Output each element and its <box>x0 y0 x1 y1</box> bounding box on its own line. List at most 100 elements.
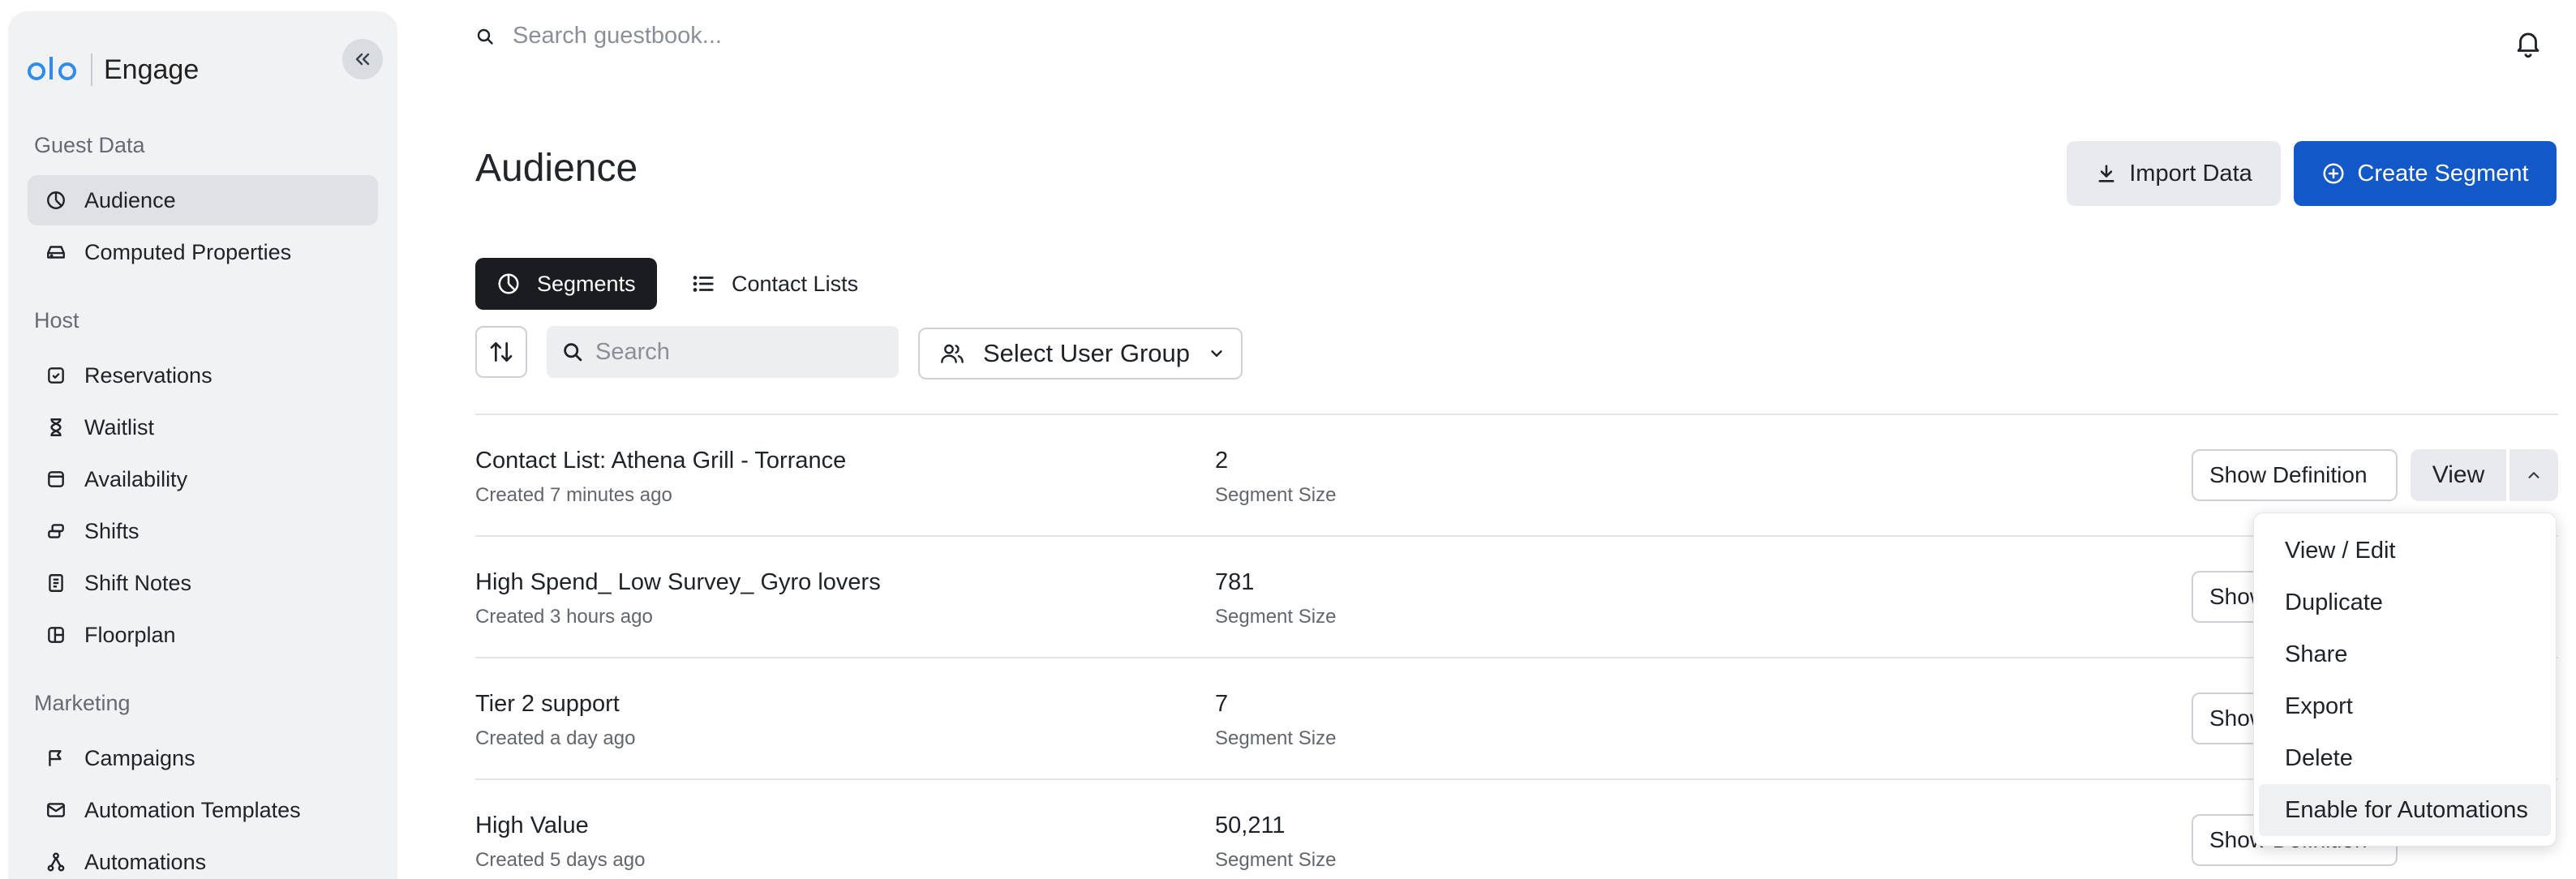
segment-size-label: Segment Size <box>1215 484 1337 506</box>
sidebar-item-label: Automation Templates <box>84 797 301 822</box>
import-data-button[interactable]: Import Data <box>2067 141 2281 206</box>
segment-created: Created 3 hours ago <box>475 606 653 628</box>
sidebar-item-waitlist[interactable]: Waitlist <box>28 402 378 452</box>
plus-circle-icon <box>2323 163 2344 184</box>
segment-search <box>547 326 899 378</box>
segment-name[interactable]: High Value <box>475 813 589 839</box>
sidebar-item-label: Shifts <box>84 518 140 543</box>
sidebar-item-label: Floorplan <box>84 622 176 647</box>
page-title: Audience <box>475 147 638 190</box>
sidebar-item-reservations[interactable]: Reservations <box>28 350 378 401</box>
brand[interactable]: Engage <box>28 42 199 97</box>
segment-size-label: Segment Size <box>1215 727 1337 749</box>
tab-segments[interactable]: Segments <box>475 258 657 310</box>
sidebar-item-label: Waitlist <box>84 414 154 440</box>
global-search <box>475 23 999 49</box>
menu-item-export[interactable]: Export <box>2259 680 2551 732</box>
global-search-input[interactable] <box>513 23 999 49</box>
segment-size-value: 50,211 <box>1215 813 1286 838</box>
flag-icon <box>49 750 62 766</box>
menu-item-duplicate[interactable]: Duplicate <box>2259 577 2551 628</box>
user-group-select-label: Select User Group <box>983 339 1190 367</box>
sidebar-item-campaigns[interactable]: Campaigns <box>28 733 378 783</box>
create-segment-label: Create Segment <box>2357 160 2529 187</box>
divider <box>475 414 2558 415</box>
automation-icon <box>47 852 65 872</box>
sidebar-item-label: Reservations <box>84 362 213 388</box>
list-icon <box>693 276 714 292</box>
divider <box>475 535 2558 537</box>
view-split-button: View <box>2411 449 2558 501</box>
brand-name: Engage <box>104 54 200 85</box>
sidebar-item-label: Audience <box>84 187 176 212</box>
import-data-label: Import Data <box>2129 160 2252 187</box>
calendar-icon <box>48 471 64 487</box>
menu-item-share[interactable]: Share <box>2259 628 2551 680</box>
search-icon <box>564 343 582 362</box>
users-icon <box>941 344 964 363</box>
floorplan-icon <box>48 627 64 643</box>
collapse-sidebar-button[interactable] <box>342 39 383 79</box>
segment-size-value: 7 <box>1215 691 1229 717</box>
sidebar-item-automations[interactable]: Automations <box>28 837 378 879</box>
sidebar-item-audience[interactable]: Audience <box>28 175 378 225</box>
sidebar-item-availability[interactable]: Availability <box>28 454 378 504</box>
pie-chart-icon <box>47 191 65 209</box>
view-options-toggle[interactable] <box>2509 449 2558 501</box>
segment-size-value: 2 <box>1215 448 1229 474</box>
segment-size-value: 781 <box>1215 569 1255 595</box>
sidebar: Engage Guest Data Audience Computed Prop… <box>8 11 397 879</box>
sidebar-item-floorplan[interactable]: Floorplan <box>28 610 378 660</box>
divider <box>475 778 2558 780</box>
show-definition-button[interactable]: Show Definition <box>2192 449 2398 501</box>
sort-arrows-icon <box>490 342 513 362</box>
chevron-up-icon <box>2528 472 2540 478</box>
sidebar-item-label: Availability <box>84 466 188 491</box>
olo-logo <box>28 55 79 84</box>
segment-size-label: Segment Size <box>1215 606 1337 628</box>
sidebar-item-shifts[interactable]: Shifts <box>28 506 378 556</box>
sidebar-item-computed-properties[interactable]: Computed Properties <box>28 227 378 277</box>
segment-name[interactable]: Tier 2 support <box>475 691 620 718</box>
tab-contact-lists[interactable]: Contact Lists <box>691 258 858 310</box>
tab-label: Contact Lists <box>732 271 859 296</box>
calendar-check-icon <box>48 367 64 384</box>
double-chevron-left-icon <box>355 53 370 66</box>
segment-created: Created 5 days ago <box>475 849 646 871</box>
tab-label: Segments <box>537 271 636 296</box>
hard-drive-icon <box>47 246 65 259</box>
sidebar-item-label: Campaigns <box>84 745 195 770</box>
segment-name[interactable]: High Spend_ Low Survey_ Gyro lovers <box>475 569 881 596</box>
segment-size-label: Segment Size <box>1215 849 1337 871</box>
segment-created: Created a day ago <box>475 727 636 749</box>
bell-icon[interactable] <box>2513 28 2544 62</box>
chevron-down-icon <box>1211 350 1222 357</box>
view-button[interactable]: View <box>2411 449 2506 501</box>
menu-item-view-edit[interactable]: View / Edit <box>2259 525 2551 577</box>
layers-icon <box>48 524 64 538</box>
segment-created: Created 7 minutes ago <box>475 484 672 506</box>
sidebar-item-label: Computed Properties <box>84 239 292 264</box>
divider <box>475 657 2558 658</box>
hourglass-icon <box>50 418 62 436</box>
mail-icon <box>47 803 65 817</box>
segment-name[interactable]: Contact List: Athena Grill - Torrance <box>475 448 846 474</box>
brand-divider <box>91 54 92 86</box>
user-group-select[interactable]: Select User Group <box>918 328 1243 379</box>
section-host: Host <box>34 308 79 332</box>
download-icon <box>2098 165 2114 182</box>
sidebar-item-label: Shift Notes <box>84 570 192 595</box>
pie-chart-icon <box>498 273 519 294</box>
segment-actions-menu: View / Edit Duplicate Share Export Delet… <box>2253 512 2557 847</box>
section-marketing: Marketing <box>34 691 131 715</box>
menu-item-delete[interactable]: Delete <box>2259 732 2551 784</box>
sort-button[interactable] <box>475 326 527 378</box>
sidebar-item-shift-notes[interactable]: Shift Notes <box>28 558 378 608</box>
segment-search-input[interactable] <box>595 338 887 366</box>
sidebar-item-label: Automations <box>84 849 207 874</box>
sidebar-item-automation-templates[interactable]: Automation Templates <box>28 785 378 835</box>
create-segment-button[interactable]: Create Segment <box>2294 141 2557 206</box>
search-icon <box>477 28 493 45</box>
menu-item-enable-automations[interactable]: Enable for Automations <box>2259 784 2551 836</box>
section-guest-data: Guest Data <box>34 133 145 157</box>
